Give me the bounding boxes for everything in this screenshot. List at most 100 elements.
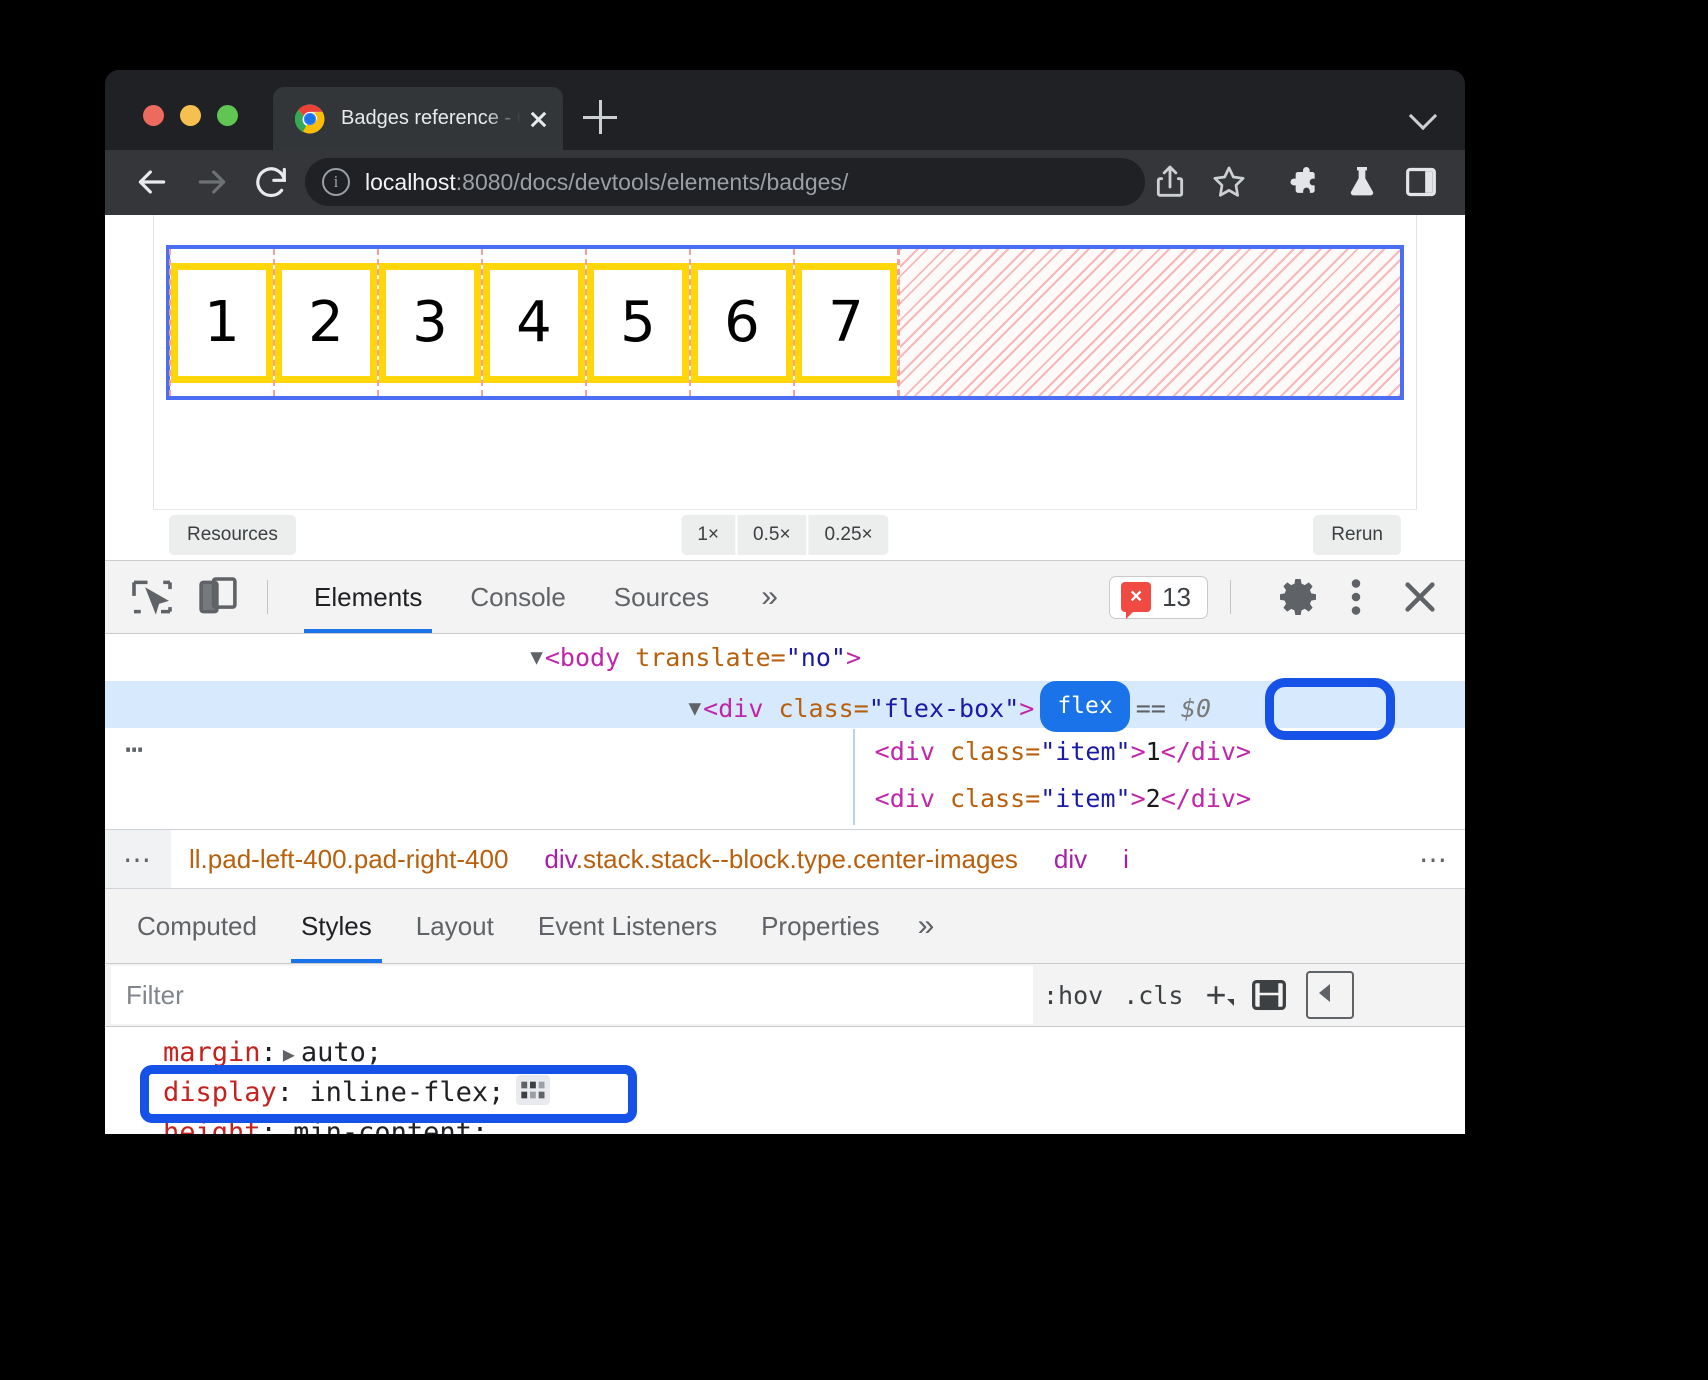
tab-styles[interactable]: Styles [279, 889, 394, 963]
tab-console[interactable]: Console [446, 561, 589, 633]
tab-event-listeners[interactable]: Event Listeners [516, 889, 739, 963]
breadcrumb: ⋯ ll.pad-left-400.pad-right-400 div.stac… [105, 829, 1465, 889]
reload-icon[interactable] [251, 162, 291, 202]
error-count-badge[interactable]: × 13 [1109, 576, 1208, 619]
styles-filter-bar: :hov .cls + [105, 964, 1465, 1027]
styles-declarations: margin:▶auto; display: inline-flex; heig… [105, 1027, 1465, 1134]
close-devtools-icon[interactable] [1393, 570, 1447, 624]
breadcrumb-item-2[interactable]: div [1036, 844, 1105, 875]
breadcrumb-item-3[interactable]: i [1105, 844, 1147, 875]
cls-toggle-button[interactable]: .cls [1113, 981, 1193, 1010]
window-minimize-button[interactable] [180, 105, 201, 126]
declaration-height[interactable]: height: min-content; [163, 1113, 1465, 1134]
rerun-button[interactable]: Rerun [1313, 515, 1401, 555]
dom-tag-bracket: > [1131, 784, 1146, 813]
css-property-name[interactable]: display [163, 1077, 277, 1108]
filter-input[interactable] [111, 966, 1033, 1024]
more-sidebar-tabs-chevron-icon[interactable]: » [902, 909, 951, 943]
url-host: localhost [365, 169, 456, 195]
tab-title: Badges reference - Chrome De [341, 107, 521, 130]
css-property-value[interactable]: auto [301, 1037, 366, 1068]
hov-toggle-button[interactable]: :hov [1033, 981, 1113, 1010]
toolbar-divider [1230, 580, 1231, 614]
share-icon[interactable] [1150, 162, 1190, 202]
declaration-display[interactable]: display: inline-flex; [163, 1073, 1465, 1113]
flex-item: 3 [379, 263, 481, 383]
tab-properties[interactable]: Properties [739, 889, 902, 963]
tab-elements[interactable]: Elements [290, 561, 446, 633]
site-info-icon[interactable]: i [322, 168, 350, 196]
tab-sources[interactable]: Sources [590, 561, 733, 633]
dom-attr-name: class= [935, 737, 1040, 766]
dom-tag-open: <div [703, 694, 763, 723]
flex-badge[interactable]: flex [1040, 681, 1129, 732]
breadcrumb-item-0[interactable]: ll.pad-left-400.pad-right-400 [171, 844, 526, 875]
browser-tab[interactable]: Badges reference - Chrome De [273, 87, 563, 150]
dom-text-node: 1 [1146, 737, 1161, 766]
toggle-computed-sidebar-icon[interactable] [1306, 971, 1354, 1019]
dom-tag-bracket: > [846, 643, 861, 672]
flex-container-overlay: 1 2 3 4 5 6 7 [166, 245, 1404, 400]
settings-gear-icon[interactable] [1271, 570, 1325, 624]
flex-editor-icon[interactable] [516, 1075, 550, 1105]
new-style-rule-button[interactable]: + [1193, 974, 1238, 1016]
dom-row-item-2[interactable]: <div class="item">2</div> [105, 775, 1465, 822]
devtools-toolbar-right: × 13 [1109, 570, 1447, 624]
breadcrumb-item-1[interactable]: div.stack.stack--block.type.center-image… [526, 844, 1035, 875]
window-close-button[interactable] [143, 105, 164, 126]
expand-triangle-icon[interactable]: ▼ [530, 634, 543, 681]
error-count-label: 13 [1162, 582, 1191, 613]
more-options-kebab-icon[interactable] [1329, 570, 1383, 624]
zoom-05x-button[interactable]: 0.5× [737, 515, 807, 555]
window-maximize-button[interactable] [217, 105, 238, 126]
more-tabs-chevron-icon[interactable]: » [747, 580, 792, 614]
sample-controls-bar: Resources 1× 0.5× 0.25× Rerun [153, 509, 1417, 560]
device-toolbar-icon[interactable] [191, 570, 245, 624]
error-icon: × [1121, 582, 1151, 612]
side-panel-icon[interactable] [1401, 162, 1441, 202]
css-property-value[interactable]: min-content [293, 1117, 472, 1134]
resources-button[interactable]: Resources [169, 515, 296, 555]
flex-cell: 5 [585, 249, 691, 396]
dom-row-flexbox[interactable]: ⋯ ▼<div class="flex-box">flex== $0 [105, 681, 1465, 728]
selected-equals: == [1136, 694, 1166, 723]
bookmark-star-icon[interactable] [1209, 162, 1249, 202]
dom-tag-close: </div> [1161, 737, 1251, 766]
flex-item: 6 [691, 263, 793, 383]
rendered-page: 1 2 3 4 5 6 7 [153, 215, 1417, 510]
back-arrow-icon[interactable] [132, 162, 172, 202]
css-property-name[interactable]: height [163, 1117, 261, 1134]
breadcrumb-overflow-right[interactable]: ⋯ [1403, 843, 1465, 876]
experiments-flask-icon[interactable] [1342, 162, 1382, 202]
new-tab-button[interactable] [583, 100, 619, 136]
dom-attr-value: "item" [1040, 784, 1130, 813]
tab-computed[interactable]: Computed [115, 889, 279, 963]
flex-item: 2 [275, 263, 377, 383]
css-property-value[interactable]: inline-flex [309, 1077, 488, 1108]
dom-row-item-1[interactable]: <div class="item">1</div> [105, 728, 1465, 775]
zoom-025x-button[interactable]: 0.25× [809, 515, 889, 555]
flex-item: 7 [795, 263, 897, 383]
devtools-toolbar: Elements Console Sources » × 13 [105, 561, 1465, 634]
devtools-panel: Elements Console Sources » × 13 [105, 560, 1465, 1134]
flex-item: 1 [171, 263, 273, 383]
profile-avatar-icon[interactable] [1457, 162, 1465, 202]
new-style-rule-icon[interactable] [1246, 972, 1292, 1018]
address-bar[interactable]: i localhost:8080/docs/devtools/elements/… [305, 158, 1145, 206]
tab-close-icon[interactable] [521, 102, 555, 136]
expand-triangle-icon[interactable]: ▼ [689, 685, 702, 732]
extensions-puzzle-icon[interactable] [1283, 162, 1323, 202]
selected-node-ref: $0 [1181, 694, 1211, 723]
styles-sidebar-tabs: Computed Styles Layout Event Listeners P… [105, 889, 1465, 964]
declaration-margin[interactable]: margin:▶auto; [163, 1033, 1465, 1073]
zoom-1x-button[interactable]: 1× [681, 515, 735, 555]
chevron-down-icon[interactable] [1409, 100, 1437, 128]
inspect-element-icon[interactable] [125, 570, 179, 624]
breadcrumb-overflow-left[interactable]: ⋯ [105, 830, 171, 888]
dom-attr-value: "flex-box" [869, 694, 1020, 723]
dom-row-body[interactable]: ▼<body translate="no"> [105, 634, 1465, 681]
tab-layout[interactable]: Layout [394, 889, 516, 963]
expand-shorthand-icon[interactable]: ▶ [283, 1042, 295, 1066]
css-property-name[interactable]: margin [163, 1037, 261, 1068]
flex-item: 4 [483, 263, 585, 383]
